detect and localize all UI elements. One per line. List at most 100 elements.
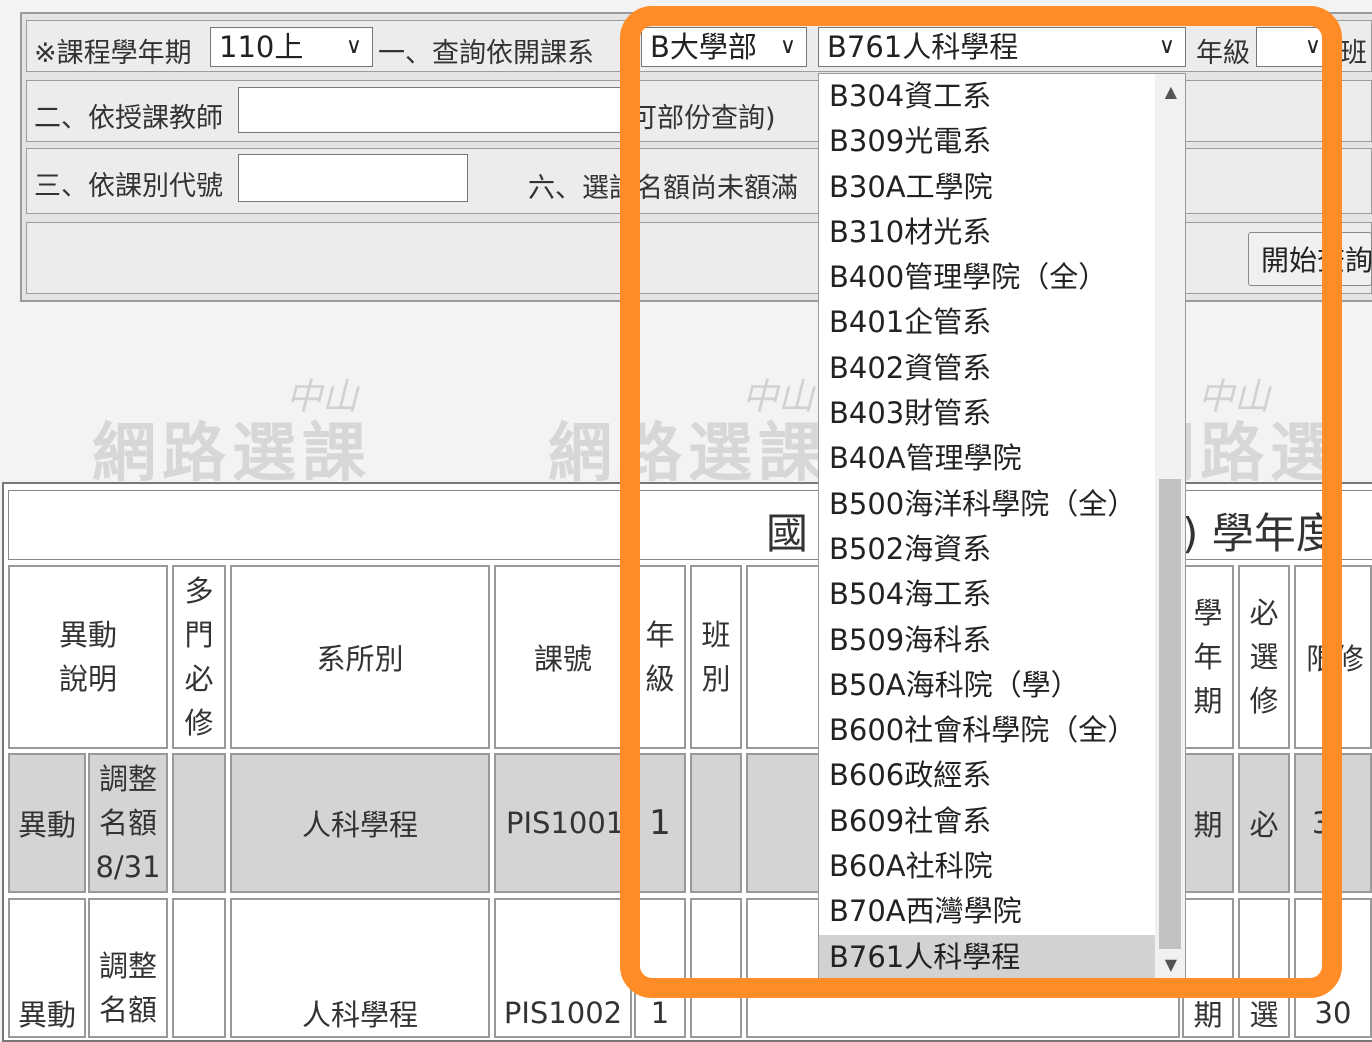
row1-dept: 人科學程 bbox=[230, 753, 490, 893]
header-multi-required: 多 門 必 修 bbox=[172, 565, 226, 749]
course-code-label: 三、依課別代號 bbox=[34, 171, 223, 202]
scrollbar-thumb[interactable] bbox=[1159, 479, 1181, 949]
row1-class bbox=[690, 753, 742, 893]
header-limit: 限修 bbox=[1294, 565, 1372, 749]
row1-code: PIS1001 bbox=[494, 753, 632, 893]
scroll-up-icon[interactable]: ▲ bbox=[1165, 82, 1177, 101]
dropdown-option[interactable]: B304資工系 bbox=[819, 74, 1185, 119]
dropdown-option[interactable]: B403財管系 bbox=[819, 391, 1185, 436]
row1-note-2: 名額 bbox=[98, 806, 157, 840]
dropdown-option[interactable]: B60A社科院 bbox=[819, 844, 1185, 889]
row2-note: 調整 名額 bbox=[88, 898, 168, 1038]
dropdown-option[interactable]: B600社會科學院（全） bbox=[819, 708, 1185, 753]
header-req-1: 必 bbox=[1249, 596, 1279, 630]
division-select[interactable]: B大學部 ∨ bbox=[641, 27, 807, 67]
chevron-down-icon: ∨ bbox=[345, 34, 362, 59]
header-class: 班 別 bbox=[690, 565, 742, 749]
row1-change: 異動 bbox=[8, 753, 86, 893]
dropdown-option[interactable]: B509海科系 bbox=[819, 618, 1185, 663]
header-code: 課號 bbox=[494, 565, 632, 749]
dropdown-option[interactable]: B40A管理學院 bbox=[819, 436, 1185, 481]
header-multi-1: 多 bbox=[184, 574, 214, 608]
row2-multi bbox=[172, 898, 226, 1038]
row2-term: 期 bbox=[1182, 898, 1234, 1038]
watermark-brand-1: 中山 bbox=[286, 377, 359, 418]
chevron-down-icon: ∨ bbox=[779, 34, 796, 59]
row2-note-2: 名額 bbox=[98, 993, 157, 1027]
header-multi-4: 修 bbox=[184, 706, 214, 740]
row2-change: 異動 bbox=[8, 898, 86, 1038]
row1-multi bbox=[172, 753, 226, 893]
watermark-brand-2: 中山 bbox=[742, 377, 815, 418]
row2-code: PIS1002 bbox=[494, 898, 632, 1038]
row1-grade: 1 bbox=[634, 753, 686, 893]
chevron-down-icon: ∨ bbox=[1158, 34, 1175, 59]
dept-label: 一、查詢依開課系 bbox=[378, 38, 594, 69]
dropdown-option[interactable]: B402資管系 bbox=[819, 346, 1185, 391]
header-grade: 年 級 bbox=[634, 565, 686, 749]
header-term-1: 學 bbox=[1193, 596, 1223, 630]
quota-label: 六、選課名額尚未額滿 bbox=[528, 173, 798, 204]
dropdown-option[interactable]: B606政經系 bbox=[819, 753, 1185, 798]
teacher-label: 二、依授課教師 bbox=[34, 103, 223, 134]
header-change: 異動 說明 bbox=[8, 565, 168, 749]
dropdown-option[interactable]: B502海資系 bbox=[819, 527, 1185, 572]
term-label: ※課程學年期 bbox=[34, 38, 192, 69]
row1-note: 調整 名額 8/31 bbox=[88, 753, 168, 893]
row2-req: 選 bbox=[1238, 898, 1290, 1038]
dropdown-option[interactable]: B70A西灣學院 bbox=[819, 889, 1185, 934]
row2-dept: 人科學程 bbox=[230, 898, 490, 1038]
dropdown-option[interactable]: B500海洋科學院（全） bbox=[819, 482, 1185, 527]
dropdown-option[interactable]: B30A工學院 bbox=[819, 165, 1185, 210]
header-term: 學 年 期 bbox=[1182, 565, 1234, 749]
teacher-hint: 可部份查詢) bbox=[630, 103, 776, 134]
header-multi-2: 門 bbox=[184, 618, 214, 652]
term-select[interactable]: 110上 ∨ bbox=[210, 27, 373, 67]
header-change-2: 說明 bbox=[58, 662, 117, 696]
row1-note-3: 8/31 bbox=[95, 850, 161, 884]
header-class-1: 班 bbox=[701, 618, 731, 652]
header-multi-3: 必 bbox=[184, 662, 214, 696]
dropdown-option[interactable]: B761人科學程 bbox=[819, 934, 1185, 980]
dropdown-option[interactable]: B50A海科院（學） bbox=[819, 663, 1185, 708]
header-required-elective: 必 選 修 bbox=[1238, 565, 1290, 749]
header-req-3: 修 bbox=[1249, 684, 1279, 718]
dropdown-option[interactable]: B400管理學院（全） bbox=[819, 255, 1185, 300]
search-button[interactable]: 開始查詢 bbox=[1248, 232, 1372, 286]
header-change-1: 異動 bbox=[58, 618, 117, 652]
row1-limit: 3 bbox=[1294, 753, 1372, 893]
dropdown-option[interactable]: B609社會系 bbox=[819, 799, 1185, 844]
course-code-input[interactable] bbox=[238, 154, 468, 202]
row1-req: 必 bbox=[1238, 753, 1290, 893]
dropdown-option[interactable]: B309光電系 bbox=[819, 119, 1185, 164]
grade-select[interactable]: ∨ bbox=[1256, 27, 1332, 67]
header-class-2: 別 bbox=[701, 662, 731, 696]
row2-class bbox=[690, 898, 742, 1038]
grade-label: 年級 bbox=[1196, 38, 1250, 69]
watermark-brand-3: 中山 bbox=[1198, 377, 1271, 418]
header-term-3: 期 bbox=[1193, 684, 1223, 718]
header-term-2: 年 bbox=[1193, 640, 1223, 674]
dept-select[interactable]: B761人科學程 ∨ bbox=[818, 27, 1186, 67]
table-title-right: ) 學年度 bbox=[1182, 509, 1338, 558]
header-dept: 系所別 bbox=[230, 565, 490, 749]
row1-term: 期 bbox=[1182, 753, 1234, 893]
dropdown-option[interactable]: B401企管系 bbox=[819, 300, 1185, 345]
dept-dropdown-list[interactable]: B304資工系 B309光電系 B30A工學院 B310材光系 B400管理學院（全） B… bbox=[818, 73, 1186, 983]
row2-note-1: 調整 bbox=[98, 949, 157, 983]
row2-grade: 1 bbox=[634, 898, 686, 1038]
division-value: B大學部 bbox=[650, 30, 757, 64]
header-grade-2: 級 bbox=[645, 662, 675, 696]
teacher-input[interactable] bbox=[238, 87, 638, 133]
dropdown-option[interactable]: B504海工系 bbox=[819, 572, 1185, 617]
row1-note-1: 調整 bbox=[98, 762, 157, 796]
dropdown-option[interactable]: B310材光系 bbox=[819, 210, 1185, 255]
dropdown-scrollbar[interactable]: ▲ ▼ bbox=[1155, 74, 1185, 982]
row2-limit: 30 bbox=[1294, 898, 1372, 1038]
scroll-down-icon[interactable]: ▼ bbox=[1165, 955, 1177, 974]
table-title-left: 國 bbox=[766, 509, 809, 558]
header-grade-1: 年 bbox=[645, 618, 675, 652]
dropdown-options: B304資工系 B309光電系 B30A工學院 B310材光系 B400管理學院（全） B… bbox=[819, 74, 1185, 980]
class-label: 班 bbox=[1340, 38, 1367, 69]
chevron-down-icon: ∨ bbox=[1304, 34, 1321, 59]
